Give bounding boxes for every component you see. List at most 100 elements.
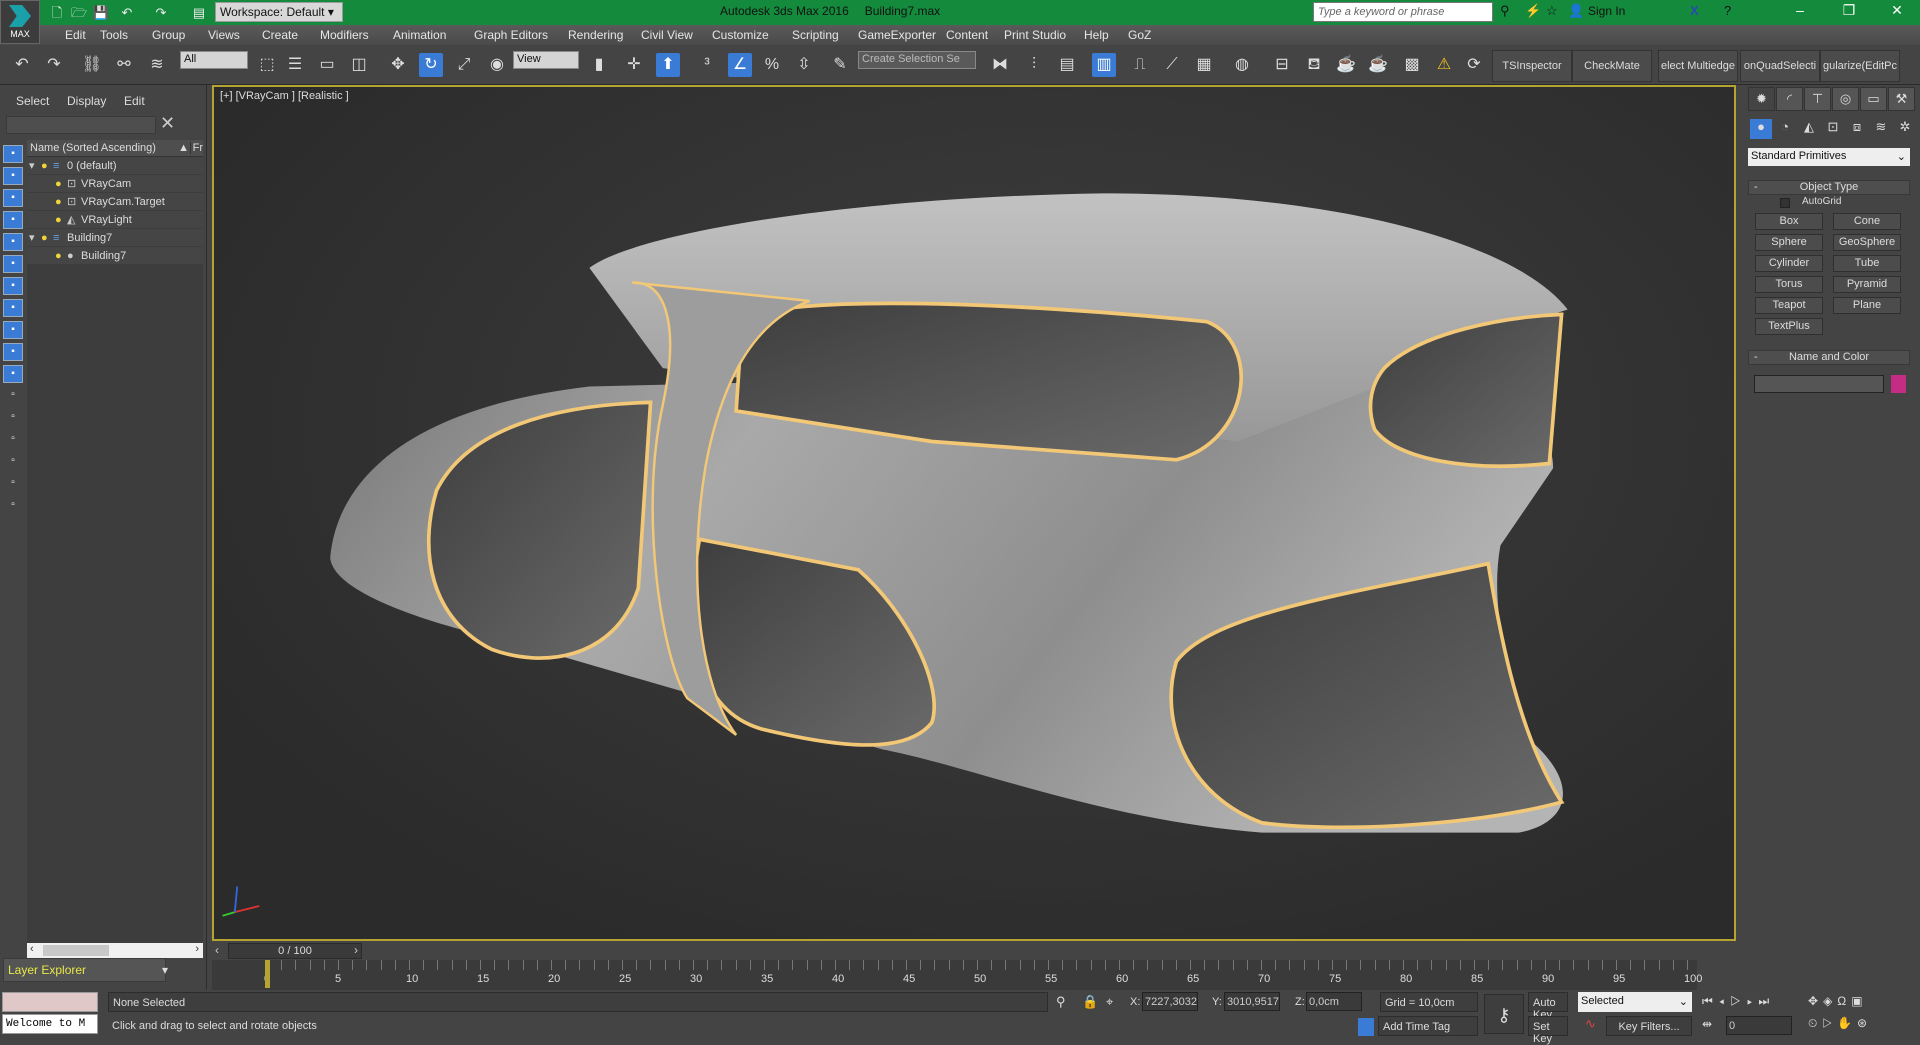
walkthrough-icon[interactable]: ▷ [1822,1016,1837,1030]
select-and-rotate-icon[interactable]: ↻ [419,53,443,77]
selection-lock-icon[interactable]: 🔒 [1082,994,1098,1010]
orbit-icon[interactable]: ◈ [1823,994,1837,1008]
menu-goz[interactable]: GoZ [1128,28,1151,42]
previous-key-icon[interactable]: ◂ [1719,994,1730,1008]
next-key-icon[interactable]: ▸ [1747,994,1758,1008]
modify-tab-icon[interactable]: ◜ [1776,87,1803,111]
clear-search-icon[interactable]: ✕ [160,113,175,134]
binoculars-icon[interactable]: ⚲ [1500,3,1510,19]
space-warps-icon[interactable]: ≋ [1870,119,1892,139]
display-invert-icon[interactable]: ▫ [3,431,23,449]
sign-in-button[interactable]: Sign In [1588,4,1625,18]
menu-create[interactable]: Create [262,28,298,42]
absolute-mode-icon[interactable]: ⌖ [1106,994,1113,1010]
object-color-swatch[interactable] [1891,375,1906,393]
horizontal-scrollbar[interactable]: ‹ › [27,943,203,958]
sync-icon[interactable]: ⟳ [1462,53,1486,77]
display-all-icon[interactable]: ▫ [3,387,23,405]
edit-named-selection-icon[interactable]: ✎ [828,53,852,77]
explorer-search-input[interactable] [6,116,156,134]
key-mode-toggle-icon[interactable]: ⇹ [1702,1017,1712,1031]
reference-coordinate-dropdown[interactable]: View [513,51,579,69]
select-and-move-icon[interactable]: ✥ [386,53,410,77]
toggle-layer-explorer-icon[interactable]: ▤ [1055,53,1079,77]
visibility-bulb-icon[interactable]: ● [55,175,62,193]
undo-icon[interactable]: ↶ [118,3,136,22]
geometry-icon[interactable]: ● [1750,119,1772,139]
pan-icon[interactable]: ✥ [1808,994,1823,1008]
tree-column-header[interactable]: Name (Sorted Ascending) ▲ Fr [27,140,203,157]
render-iterative-icon[interactable]: ☕ [1334,53,1358,77]
autogrid-checkbox[interactable] [1780,198,1790,208]
display-frozen-icon[interactable]: ▪ [3,365,23,383]
render-activeshade-icon[interactable]: ☕ [1366,53,1390,77]
communication-center-icon[interactable]: ⚡ [1525,3,1541,19]
name-color-rollout-header[interactable]: - Name and Color [1748,350,1910,365]
plugin-button[interactable]: elect Multiedge [1658,50,1738,82]
go-to-end-icon[interactable]: ⏭ [1758,994,1775,1008]
snaps-toggle-icon[interactable]: ³ [695,53,719,77]
display-lights-icon[interactable]: ▪ [3,189,23,207]
spinner-snap-icon[interactable]: ⇳ [792,53,816,77]
visibility-bulb-icon[interactable]: ● [41,157,48,175]
maximize-viewport-icon[interactable]: ▣ [1851,994,1867,1008]
menu-group[interactable]: Group [152,28,185,42]
current-frame-field[interactable]: 0 [1726,1016,1792,1035]
menu-modifiers[interactable]: Modifiers [320,28,369,42]
tree-row[interactable]: ● ◭ VRayLight [27,211,203,229]
menu-civil-view[interactable]: Civil View [641,28,693,42]
save-icon[interactable]: 💾 [92,3,110,22]
maxscript-mini-listener[interactable]: Welcome to M [2,1014,98,1034]
select-children-icon[interactable]: ▫ [3,475,23,493]
object-type-torus-button[interactable]: Torus [1755,276,1823,293]
viewport-camera[interactable]: [+] [VRayCam ] [Realistic ] [212,85,1736,941]
select-and-place-icon[interactable]: ◉ [485,53,509,77]
object-type-plane-button[interactable]: Plane [1833,297,1901,314]
visibility-bulb-icon[interactable]: ● [55,247,62,265]
go-to-start-icon[interactable]: ⏮ [1702,994,1719,1008]
display-geometry-icon[interactable]: ▪ [3,145,23,163]
object-type-tube-button[interactable]: Tube [1833,255,1901,272]
new-file-icon[interactable]: 🗋 [48,3,66,22]
exchange-apps-icon[interactable]: X [1690,3,1699,18]
menu-graph-editors[interactable]: Graph Editors [474,28,548,42]
viewport-nav-controls-2[interactable]: ⏲▷✋⊛ [1808,1016,1872,1031]
angle-snap-icon[interactable]: ∠ [728,53,752,77]
warning-icon[interactable]: ⚠ [1432,53,1456,77]
visibility-bulb-icon[interactable]: ● [55,211,62,229]
object-type-cone-button[interactable]: Cone [1833,213,1901,230]
add-time-tag-button[interactable]: Add Time Tag [1378,1016,1478,1036]
display-helpers-icon[interactable]: ▪ [3,233,23,251]
scroll-left-icon[interactable]: ‹ [30,943,34,955]
play-icon[interactable]: ▷ [1730,994,1747,1008]
select-object-icon[interactable]: ⬚ [255,53,279,77]
field-of-view-icon[interactable]: Ω [1837,994,1851,1008]
expand-arrow-icon[interactable]: ▾ [29,157,35,175]
mirror-icon[interactable]: ⧓ [988,53,1012,77]
tree-row[interactable]: ▾ ● ≡ Building7 [27,229,203,247]
keyboard-shortcut-override-icon[interactable]: ⬆ [656,53,680,77]
object-type-teapot-button[interactable]: Teapot [1755,297,1823,314]
shapes-icon[interactable]: ◔ [1774,119,1796,139]
plugin-button[interactable]: onQuadSelecti [1740,50,1820,82]
redo-icon[interactable]: ↷ [42,53,66,77]
display-space-warps-icon[interactable]: ▪ [3,255,23,273]
plugin-button[interactable]: gularize(EditPc [1820,50,1900,82]
current-frame-marker[interactable] [265,960,270,988]
menu-content[interactable]: Content [946,28,988,42]
user-icon[interactable]: 👤 [1568,3,1584,19]
object-type-pyramid-button[interactable]: Pyramid [1833,276,1901,293]
expand-arrow-icon[interactable]: ▾ [29,229,35,247]
render-production-icon[interactable]: ⛾ [1302,53,1326,77]
pan-view-icon[interactable]: ✋ [1837,1016,1857,1030]
time-config-icon[interactable]: ⏲ [1808,1016,1822,1030]
object-name-input[interactable] [1754,375,1884,393]
project-folder-icon[interactable]: ▤ [190,3,208,22]
object-type-sphere-button[interactable]: Sphere [1755,234,1823,251]
orbit-subobject-icon[interactable]: ⊛ [1857,1016,1872,1030]
named-selection-sets-dropdown[interactable]: Create Selection Se [858,51,976,69]
viewport-nav-controls[interactable]: ✥◈Ω▣ [1808,994,1868,1008]
curve-editor-icon[interactable]: ⎍ [1128,53,1152,77]
select-and-scale-icon[interactable]: ⤢ [452,53,476,77]
rectangular-selection-icon[interactable]: ▭ [315,53,339,77]
